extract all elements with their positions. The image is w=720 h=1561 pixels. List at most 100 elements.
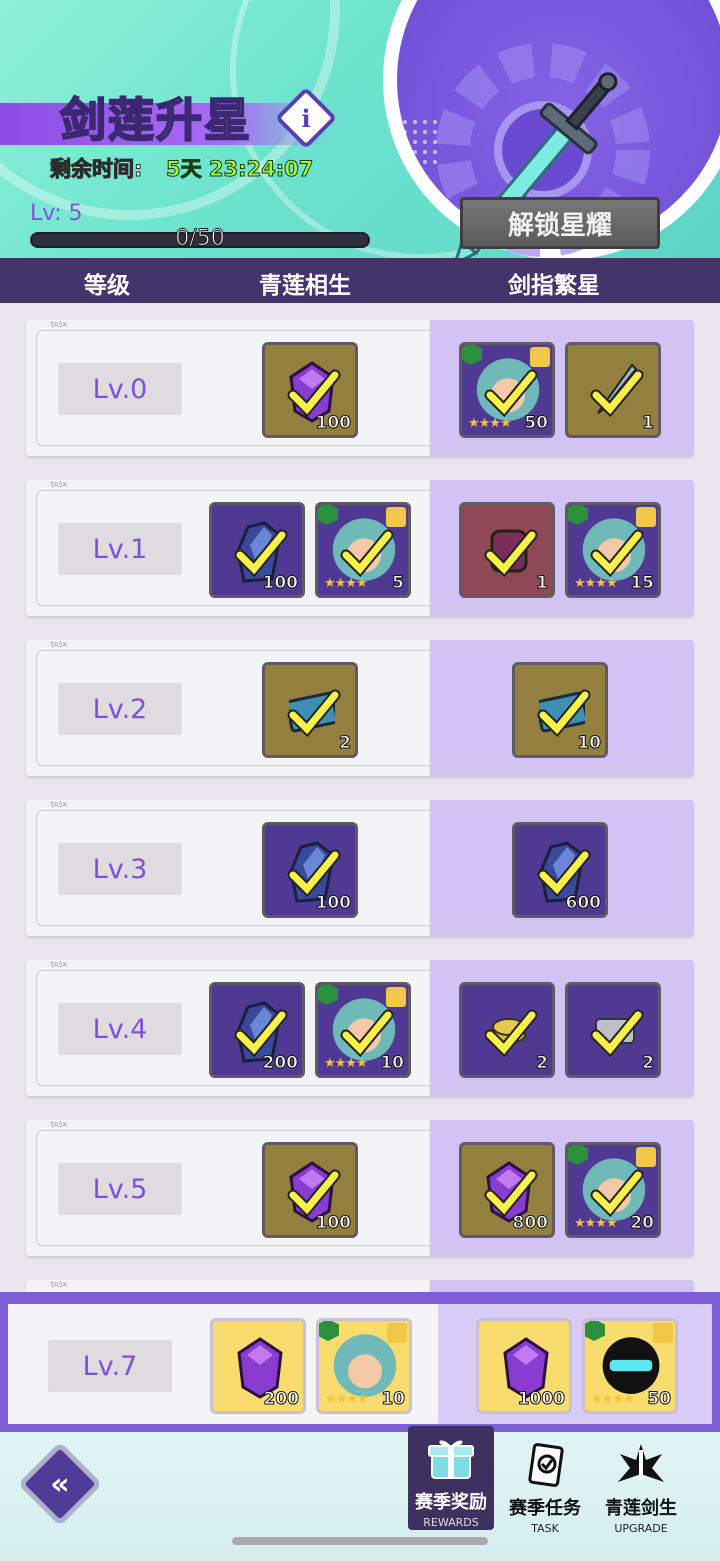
reward-item[interactable]: 1 [565,342,661,438]
double-chevron-left-icon: « [50,1466,70,1502]
reward-item[interactable]: ★★★★ 50 [582,1318,678,1414]
current-level: Lv: 5 [30,201,83,226]
reward-item[interactable]: 100 [209,502,305,598]
task-tag: TASK [50,641,68,649]
reward-count: 5 [392,573,405,594]
reward-count: 2 [339,733,352,754]
reward-item[interactable]: 1 [459,502,555,598]
puzzle-piece-icon [386,987,406,1007]
task-tag: TASK [50,961,68,969]
reward-count: 2 [536,1053,549,1074]
reward-row: TASK Lv.5 100 800 ★★★★ 20 [26,1120,694,1256]
level-label: Lv.2 [58,683,182,735]
header-banner: 剑莲升星 i 剩余时间: 5天 23:24:07 Lv: 5 0/50 解锁星耀 [0,0,720,258]
puzzle-piece-icon [387,1323,407,1343]
tab-upgrade[interactable]: 青莲剑生 UPGRADE [598,1432,684,1535]
checkmark-icon [590,369,644,418]
column-premium: 剑指繁星 [508,273,600,299]
task-tag: TASK [50,481,68,489]
level-label: Lv.1 [58,523,182,575]
reward-count: 600 [565,893,601,914]
checkmark-icon [590,1009,644,1058]
reward-item[interactable]: 2 [459,982,555,1078]
reward-item[interactable]: 10 [512,662,608,758]
puzzle-piece-icon [636,507,656,527]
reward-item[interactable]: ★★★★ 20 [565,1142,661,1238]
reward-item[interactable]: 100 [262,1142,358,1238]
puzzle-piece-icon [530,347,550,367]
reward-count: 50 [524,413,549,434]
remaining-time-label: 剩余时间: [49,157,143,182]
puzzle-piece-icon [653,1323,673,1343]
level-label: Lv.5 [58,1163,182,1215]
reward-item[interactable]: 200 [209,982,305,1078]
reward-item[interactable]: 2 [565,982,661,1078]
checkmark-icon [484,1009,538,1058]
reward-row: TASK Lv.2 2 10 [26,640,694,776]
reward-count: 800 [512,1213,548,1234]
remaining-time-value: 5天 23:24:07 [165,157,314,182]
tab-task-label: 赛季任务 [509,1498,581,1519]
level-label: Lv.0 [58,363,182,415]
reward-count: 200 [263,1389,299,1410]
back-button[interactable]: « [17,1441,103,1527]
reward-item[interactable]: ★★★★ 15 [565,502,661,598]
page-title: 剑莲升星 [59,92,252,148]
info-icon: i [301,103,311,133]
checkmark-icon [287,689,341,738]
reward-count: 100 [315,413,351,434]
tab-task-sub: TASK [531,1522,559,1535]
star-rating-icon: ★★★★ [325,1392,369,1407]
star-rating-icon: ★★★★ [591,1392,635,1407]
reward-item[interactable]: 1000 [476,1318,572,1414]
reward-count: 50 [647,1389,672,1410]
reward-count: 10 [381,1389,406,1410]
reward-row: TASK Lv.3 100 600 [26,800,694,936]
reward-item[interactable]: 200 [210,1318,306,1414]
reward-item[interactable]: ★★★★ 5 [315,502,411,598]
reward-count: 1 [536,573,549,594]
column-free: 青莲相生 [259,273,351,299]
lotus-icon [618,1444,664,1482]
column-level: 等级 [84,273,130,299]
reward-count: 15 [630,573,655,594]
scroll-icon [528,1443,564,1487]
reward-count: 200 [262,1053,298,1074]
reward-count: 100 [315,1213,351,1234]
tab-rewards[interactable]: 赛季奖励 REWARDS [408,1426,494,1530]
unlock-premium-button[interactable]: 解锁星耀 [460,197,660,249]
tab-rewards-label: 赛季奖励 [415,1492,487,1513]
checkmark-icon [340,529,394,578]
puzzle-piece-icon [386,507,406,527]
task-tag: TASK [50,1121,68,1129]
reward-count: 2 [642,1053,655,1074]
reward-count: 10 [577,733,602,754]
featured-reward-row: Lv.7 200 ★★★★ 10 1000 ★★★★ 50 [0,1292,720,1432]
reward-item[interactable]: 800 [459,1142,555,1238]
task-tag: TASK [50,1281,68,1289]
level-label: Lv.4 [58,1003,182,1055]
tab-task[interactable]: 赛季任务 TASK [502,1432,588,1535]
gift-icon [428,1440,474,1479]
reward-count: 20 [630,1213,655,1234]
reward-item[interactable]: ★★★★ 50 [459,342,555,438]
reward-item[interactable]: ★★★★ 10 [316,1318,412,1414]
reward-count: 100 [315,893,351,914]
home-indicator [232,1537,488,1545]
reward-row: TASK Lv.0 100 ★★★★ 50 1 [26,320,694,456]
level-progress-text: 0/50 [175,226,225,252]
tab-upgrade-sub: UPGRADE [614,1522,668,1535]
puzzle-piece-icon [636,1147,656,1167]
tab-upgrade-label: 青莲剑生 [605,1498,677,1519]
reward-item[interactable]: 100 [262,342,358,438]
reward-count: 1 [642,413,655,434]
reward-item[interactable]: 100 [262,822,358,918]
column-header: 等级 青莲相生 剑指繁星 [0,258,720,303]
reward-item[interactable]: 2 [262,662,358,758]
tab-rewards-sub: REWARDS [423,1516,479,1529]
reward-count: 10 [380,1053,405,1074]
reward-item[interactable]: 600 [512,822,608,918]
reward-count: 1000 [517,1389,565,1410]
level-label: Lv.3 [58,843,182,895]
reward-item[interactable]: ★★★★ 10 [315,982,411,1078]
